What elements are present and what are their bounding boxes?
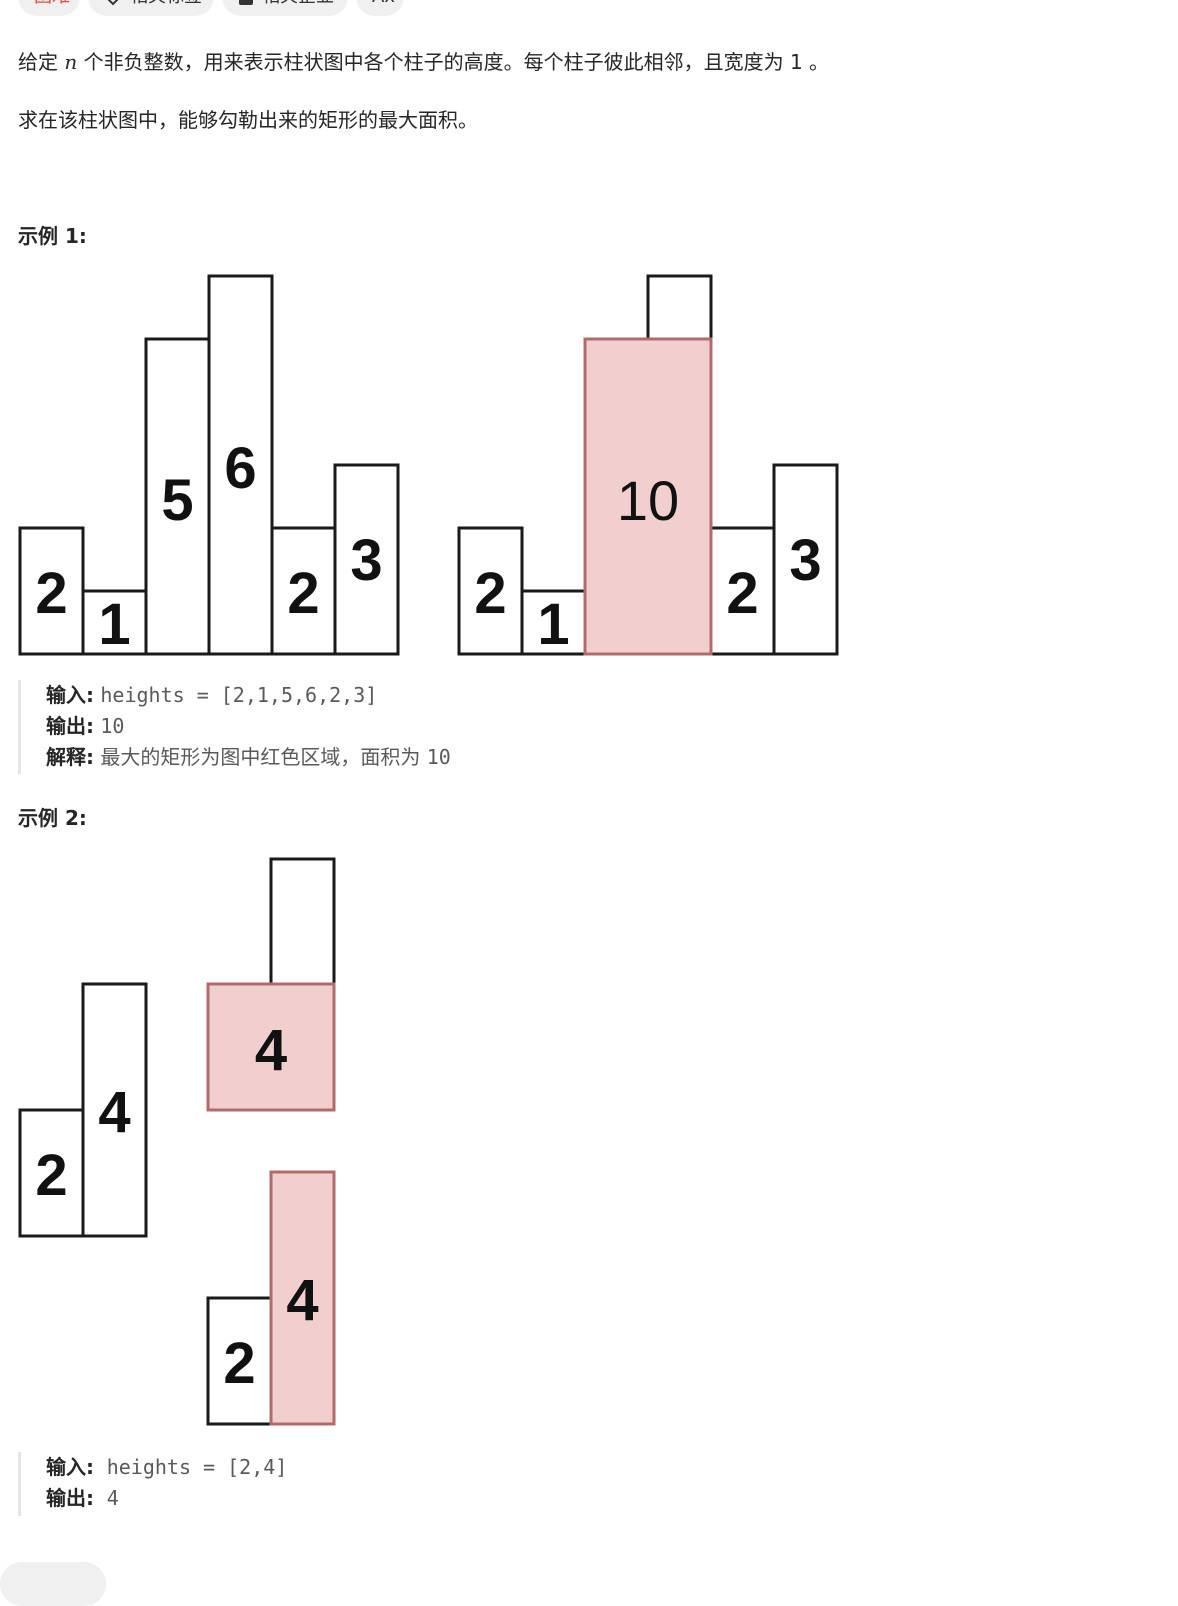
- example-2-io: 输入: heights = [2,4] 输出: 4: [18, 1452, 287, 1516]
- example-2-output-line: 输出: 4: [46, 1483, 287, 1514]
- example-1-io: 输入: heights = [2,1,5,6,2,3] 输出: 10 解释: 最…: [18, 680, 451, 774]
- explain-value: 10: [426, 745, 451, 769]
- bar-value-label: 2: [474, 561, 506, 626]
- bar-value-label: 3: [350, 528, 382, 593]
- highlight-area-label: 10: [617, 469, 679, 532]
- output-value: 4: [106, 1486, 119, 1510]
- bar-value-label: 1: [537, 592, 569, 657]
- bar-value-label: 2: [35, 1143, 67, 1208]
- bar-value-label: 4: [98, 1080, 130, 1145]
- bar-value-label: 3: [789, 528, 821, 593]
- input-label: 输入:: [46, 1455, 94, 1479]
- bar-value-label: 5: [161, 468, 193, 533]
- highlight-area-label: 4: [286, 1268, 318, 1333]
- bar-value-label: 2: [223, 1331, 255, 1396]
- example-2-title: 示例 2:: [18, 806, 87, 830]
- bar-value-label: 2: [35, 561, 67, 626]
- example-1-explain-line: 解释: 最大的矩形为图中红色区域，面积为 10: [46, 742, 451, 773]
- output-value: 10: [100, 714, 125, 738]
- example-1-input-line: 输入: heights = [2,1,5,6,2,3]: [46, 680, 451, 711]
- example-1-output-line: 输出: 10: [46, 711, 451, 742]
- bar-value-label: 6: [224, 436, 256, 501]
- input-value: heights = [2,1,5,6,2,3]: [100, 683, 378, 707]
- input-value: heights = [2,4]: [106, 1455, 288, 1479]
- explain-text: 最大的矩形为图中红色区域，面积为: [100, 745, 427, 769]
- output-label: 输出:: [46, 1486, 94, 1510]
- bar-top-segment: [269, 857, 336, 986]
- example-2-input-line: 输入: heights = [2,4]: [46, 1452, 287, 1483]
- bottom-pill[interactable]: [0, 1562, 106, 1606]
- explain-label: 解释:: [46, 745, 94, 769]
- example-1-histogram: 2 15 623102 1 2324442: [18, 274, 839, 1426]
- bar-value-label: 1: [98, 592, 130, 657]
- highlight-area-label: 4: [255, 1018, 287, 1083]
- input-label: 输入:: [46, 683, 94, 707]
- bar-value-label: 2: [287, 561, 319, 626]
- output-label: 输出:: [46, 714, 94, 738]
- bar-value-label: 2: [726, 561, 758, 626]
